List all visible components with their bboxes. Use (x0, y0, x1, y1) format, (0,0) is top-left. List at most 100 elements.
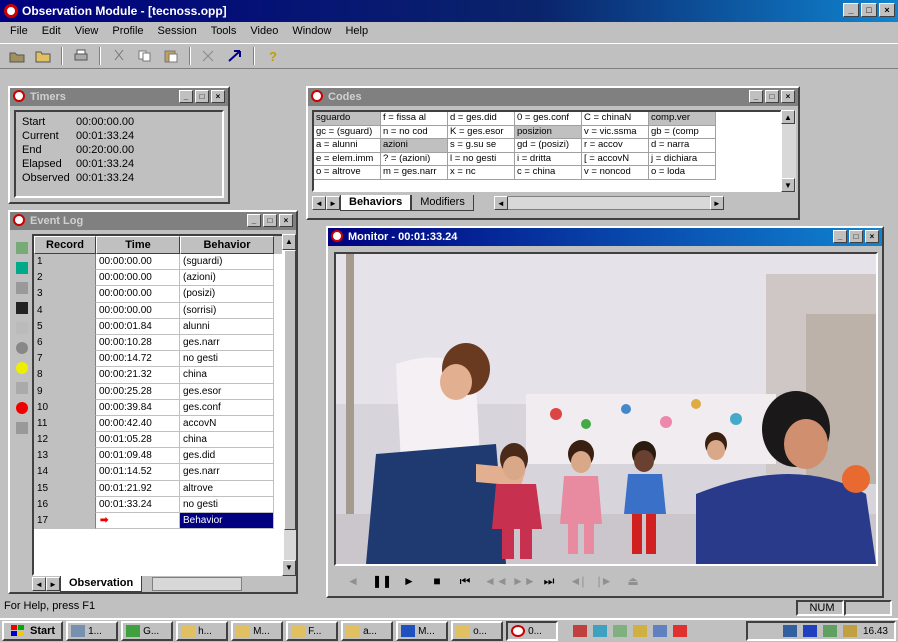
start-button[interactable]: Start (2, 621, 64, 641)
time-cell[interactable]: 00:00:01.84 (96, 318, 180, 335)
tab-scroll-left[interactable]: ◄ (32, 577, 46, 591)
code-cell[interactable]: K = ges.esor (448, 125, 515, 140)
behavior-cell[interactable]: china (180, 367, 274, 384)
record-cell[interactable]: 7 (34, 351, 96, 368)
close-button[interactable]: × (211, 90, 225, 103)
fast-forward-button[interactable]: ►► (512, 574, 536, 588)
table-row[interactable]: 3 00:00:00.00 (posizi) (34, 286, 282, 303)
quick-launch-icon[interactable] (593, 625, 608, 637)
speaker-icon[interactable] (822, 625, 837, 637)
table-row[interactable]: 1 00:00:00.00 (sguardi) (34, 254, 282, 271)
table-row[interactable]: 15 00:01:21.92 altrove (34, 480, 282, 497)
stop-icon[interactable] (16, 422, 28, 434)
code-cell[interactable]: gc = (sguard) (314, 125, 381, 140)
menu-window[interactable]: Window (286, 22, 337, 42)
scroll-up-button[interactable]: ▲ (781, 110, 795, 124)
red-marker-icon[interactable] (16, 402, 28, 414)
code-cell[interactable]: m = ges.narr (381, 166, 448, 180)
language-icon[interactable] (802, 625, 817, 637)
taskbar-button[interactable]: h... (176, 621, 229, 641)
code-cell[interactable]: i = dritta (515, 152, 582, 167)
list-icon[interactable] (16, 282, 28, 294)
table-row[interactable]: 2 00:00:00.00 (azioni) (34, 270, 282, 287)
behavior-cell[interactable]: no gesti (180, 351, 274, 368)
taskbar-button[interactable]: o... (451, 621, 504, 641)
column-header-record[interactable]: Record (34, 236, 96, 254)
gear-icon[interactable] (16, 342, 28, 354)
behavior-cell[interactable]: ges.esor (180, 383, 274, 400)
scroll-right-button[interactable]: ► (709, 196, 724, 210)
table-row[interactable]: 11 00:00:42.40 accovN (34, 415, 282, 433)
event-log-grid[interactable]: Record Time Behavior 1 00:00:00.00 (sguard… (32, 234, 284, 576)
code-cell[interactable]: [ = accovN (582, 152, 649, 167)
copy-icon[interactable] (134, 46, 156, 66)
record-cell[interactable]: 3 (34, 286, 96, 303)
record-cell[interactable]: 16 (34, 496, 96, 513)
event-log-vscrollbar[interactable]: ▲ ▼ (282, 234, 296, 576)
code-cell[interactable]: posizion (515, 125, 582, 140)
frame-back-button[interactable]: ◄| (568, 574, 586, 588)
codes-grid[interactable]: sguardo f = fissa al d = ges.did 0 = ges.co… (312, 110, 782, 192)
codes-vscrollbar[interactable]: ▲ ▼ (781, 110, 796, 192)
arrow-tool-icon[interactable] (224, 46, 246, 66)
scroll-down-button[interactable]: ▼ (781, 178, 795, 192)
table-row[interactable]: 16 00:01:33.24 no gesti (34, 496, 282, 513)
go-to-start-button[interactable]: ⏮ (456, 574, 474, 589)
taskbar-button-active[interactable]: 0... (506, 621, 559, 641)
code-cell[interactable]: a = alunni (314, 139, 381, 153)
code-cell[interactable]: azioni (381, 139, 448, 153)
paste-icon[interactable] (160, 46, 182, 66)
menu-help[interactable]: Help (339, 22, 374, 42)
behavior-cell[interactable]: altrove (180, 480, 274, 497)
code-cell[interactable]: d = ges.did (448, 112, 515, 126)
code-cell[interactable]: gb = (comp (649, 125, 716, 140)
time-cell[interactable]: 00:00:42.40 (96, 415, 180, 433)
time-cell[interactable]: 00:00:00.00 (96, 286, 180, 303)
folder-icon[interactable] (32, 46, 54, 66)
taskbar-button[interactable]: 1... (66, 621, 119, 641)
timers-title-bar[interactable]: Timers _ □ × (10, 88, 228, 106)
table-row[interactable]: 13 00:01:09.48 ges.did (34, 448, 282, 465)
scheduler-icon[interactable] (842, 625, 857, 637)
behavior-cell[interactable]: alunni (180, 318, 274, 335)
quick-launch-icon[interactable] (573, 625, 588, 637)
quick-launch-icon[interactable] (673, 625, 688, 637)
behavior-cell[interactable]: accovN (180, 415, 274, 433)
table-row[interactable]: 17 ➡ Behavior (34, 513, 282, 530)
taskbar-button[interactable]: F... (286, 621, 339, 641)
behavior-cell[interactable]: (posizi) (180, 286, 274, 303)
time-cell[interactable]: 00:00:21.32 (96, 367, 180, 384)
record-icon[interactable] (16, 242, 28, 254)
behavior-cell[interactable]: china (180, 432, 274, 449)
maximize-button[interactable]: □ (263, 214, 277, 227)
close-button[interactable]: × (781, 90, 795, 103)
record-cell[interactable]: 2 (34, 270, 96, 287)
table-row[interactable]: 14 00:01:14.52 ges.narr (34, 464, 282, 481)
taskbar-button[interactable]: M... (396, 621, 449, 641)
record-cell[interactable]: 14 (34, 464, 96, 481)
maximize-button[interactable]: □ (849, 230, 863, 243)
taskbar-button[interactable]: a... (341, 621, 394, 641)
maximize-button[interactable]: □ (765, 90, 779, 103)
close-button[interactable]: × (279, 214, 293, 227)
scissor-tool-icon[interactable] (198, 46, 220, 66)
record-cell[interactable]: 15 (34, 480, 96, 497)
record-cell[interactable]: 6 (34, 334, 96, 352)
behavior-cell[interactable]: ges.narr (180, 464, 274, 481)
film-icon[interactable] (16, 302, 28, 314)
table-row[interactable]: 12 00:01:05.28 china (34, 432, 282, 449)
time-cell[interactable]: 00:00:00.00 (96, 254, 180, 271)
time-cell[interactable]: 00:01:33.24 (96, 496, 180, 513)
help-icon[interactable]: ? (262, 46, 284, 66)
time-cell[interactable]: 00:00:00.00 (96, 302, 180, 319)
codes-title-bar[interactable]: Codes _ □ × (308, 88, 798, 106)
minimize-button[interactable]: _ (247, 214, 261, 227)
minimize-button[interactable]: _ (833, 230, 847, 243)
behavior-cell[interactable]: (sorrisi) (180, 302, 274, 319)
minimize-button[interactable]: _ (179, 90, 193, 103)
code-cell[interactable]: d = narra (649, 139, 716, 153)
menu-session[interactable]: Session (152, 22, 203, 42)
menu-profile[interactable]: Profile (106, 22, 149, 42)
code-cell[interactable]: ? = (azioni) (381, 152, 448, 167)
scroll-thumb[interactable] (284, 250, 296, 530)
